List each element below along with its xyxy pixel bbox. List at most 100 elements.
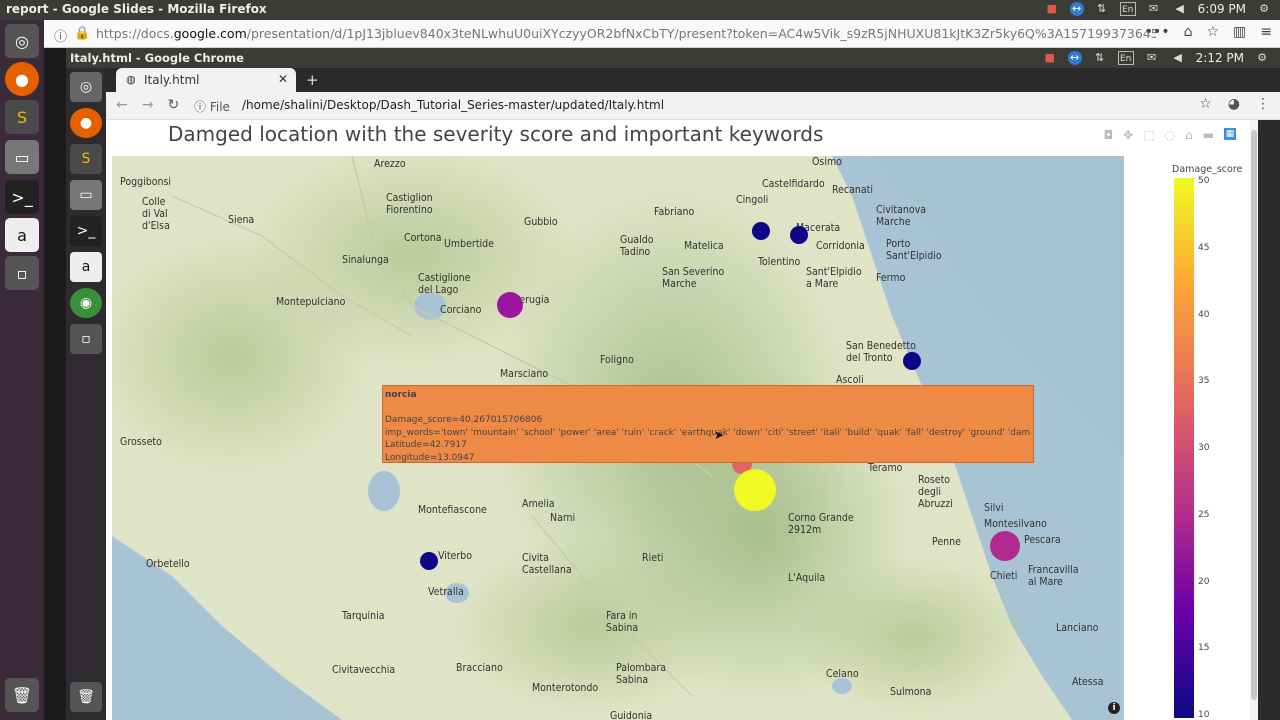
chrome-toolbar-right: ☆ ◕ ⋮ (1199, 96, 1270, 112)
reload-icon[interactable]: ↻ (167, 97, 179, 113)
city-label: Montesilvano (984, 518, 1047, 530)
inner-dash-icon[interactable]: ◎ (70, 72, 102, 102)
sanbenedetto-marker[interactable] (903, 352, 921, 370)
plot-title: Damged location with the severity score … (168, 122, 824, 146)
trash-icon[interactable]: 🗑 (5, 678, 39, 712)
forward-icon[interactable]: → (142, 97, 154, 113)
chrome-menu-icon[interactable]: ⋮ (1256, 96, 1270, 112)
lock-icon[interactable]: 🔒 (74, 26, 90, 41)
hover-longitude: Longitude=13.0947 (385, 452, 475, 463)
bookmark-star-icon[interactable]: ☆ (1206, 24, 1219, 40)
city-label: Siena (228, 214, 255, 226)
inner-volume-icon[interactable]: ◀ (1170, 51, 1186, 65)
inner-teamviewer-icon[interactable]: ↔ (1067, 51, 1082, 65)
city-label: Celano (826, 668, 859, 680)
inner-trash-icon[interactable]: 🗑 (70, 682, 102, 712)
home-icon[interactable]: ⌂ (1185, 128, 1193, 142)
camera-icon[interactable]: ■ (1044, 2, 1060, 16)
ubuntu-launcher: ◎ ● S ▭ >_ a ▫ 🗑 (0, 20, 44, 720)
mail-icon[interactable]: ✉ (1146, 2, 1162, 16)
viterbo-marker[interactable] (420, 552, 438, 570)
back-icon[interactable]: ← (116, 97, 128, 113)
new-tab-icon[interactable]: + (306, 71, 319, 89)
macerata-marker[interactable] (790, 226, 808, 244)
sublime-icon[interactable]: S (5, 100, 39, 134)
inner-launcher: ◎ ● S ▭ >_ a ◉ ▫ 🗑 (66, 68, 106, 720)
city-label: Poggibonsi (120, 176, 172, 188)
page-actions-icon[interactable]: ••• (1145, 24, 1170, 40)
bookmark-star-icon[interactable]: ☆ (1199, 96, 1212, 112)
files-icon[interactable]: ▭ (5, 140, 39, 174)
city-label: Bracciano (456, 662, 503, 674)
pocket-icon[interactable]: ⌂ (1184, 24, 1193, 40)
amatrice-marker[interactable] (734, 469, 776, 511)
clock[interactable]: 6:09 PM (1198, 2, 1246, 16)
city-label: Roseto degli Abruzzi (918, 474, 953, 510)
inner-network-icon[interactable]: ⇅ (1092, 51, 1108, 65)
inner-keyboard-layout-icon[interactable]: En (1117, 51, 1134, 65)
volume-icon[interactable]: ◀ (1172, 2, 1188, 16)
inner-chrome-icon[interactable]: ◉ (70, 288, 102, 318)
plotly-logo-icon[interactable]: ▦ (1224, 128, 1236, 140)
firefox-icon[interactable]: ● (5, 62, 39, 96)
toggle-hover-icon[interactable]: ▬ (1203, 128, 1214, 142)
box-select-icon[interactable]: ⬚ (1143, 128, 1154, 142)
camera-icon[interactable]: ◘ (1104, 128, 1114, 142)
page-scrollbar[interactable] (1250, 120, 1258, 720)
cingoli-marker[interactable] (752, 222, 770, 240)
hover-damage-score: Damage_score=40.267015706806 (385, 415, 543, 425)
map-area[interactable]: Arezzo Poggibonsi Colle di Val d'Elsa Siena… (112, 156, 1124, 720)
mouse-cursor-icon: ➤ (714, 428, 725, 442)
window-icon[interactable]: ▫ (5, 256, 39, 290)
network-icon[interactable]: ⇅ (1094, 2, 1110, 16)
inner-settings-gear-icon[interactable]: ⚙ (1254, 51, 1270, 65)
amazon-icon[interactable]: a (5, 218, 39, 252)
colorbar (1174, 178, 1194, 718)
dash-icon[interactable]: ◎ (5, 24, 39, 58)
inner-files-icon[interactable]: ▭ (70, 180, 102, 210)
pescara-marker[interactable] (990, 531, 1020, 561)
teamviewer-icon[interactable]: ↔ (1069, 2, 1084, 16)
perugia-marker[interactable] (497, 292, 523, 318)
tab-italy[interactable]: ◍ Italy.html ✕ (116, 68, 296, 92)
city-label: Francavilla al Mare (1028, 564, 1079, 588)
terminal-icon[interactable]: >_ (5, 180, 39, 214)
inner-terminal-icon[interactable]: >_ (70, 216, 102, 246)
inner-amazon-icon[interactable]: a (70, 252, 102, 282)
city-label: Colle di Val d'Elsa (142, 196, 170, 232)
city-label: Sinalunga (342, 254, 389, 266)
address-field[interactable]: /home/shalini/Desktop/Dash_Tutorial_Seri… (242, 98, 664, 112)
close-tab-icon[interactable]: ✕ (278, 72, 288, 86)
settings-gear-icon[interactable]: ⚙ (1256, 2, 1272, 16)
city-label: Castiglione del Lago (418, 272, 471, 296)
nav-buttons: ← → ↻ (116, 97, 179, 113)
colorbar-tick-label: 50 (1198, 176, 1210, 186)
site-info[interactable]: ⓘ File (194, 98, 230, 115)
library-icon[interactable]: ▥ (1233, 24, 1246, 40)
menu-icon[interactable]: ≡ (1260, 24, 1272, 40)
shield-icon[interactable]: ⓘ (54, 26, 67, 45)
scrollbar-thumb[interactable] (1251, 130, 1257, 700)
pan-icon[interactable]: ✥ (1123, 128, 1133, 142)
inner-window-icon[interactable]: ▫ (70, 324, 102, 354)
city-label: Guidonia (610, 710, 653, 720)
city-label: Montepulciano (276, 296, 346, 308)
inner-mail-icon[interactable]: ✉ (1144, 51, 1160, 65)
profile-avatar-icon[interactable]: ◕ (1228, 96, 1240, 112)
city-label: Pescara (1024, 534, 1061, 546)
colorbar-tick-label: 45 (1198, 242, 1210, 253)
city-label: Penne (932, 536, 961, 548)
inner-sublime-icon[interactable]: S (70, 144, 102, 174)
city-label: Osimo (812, 156, 842, 168)
firefox-url-field[interactable]: https://docs.google.com/presentation/d/1… (96, 26, 1156, 41)
lasso-icon[interactable]: ◌ (1165, 128, 1175, 142)
inner-clock[interactable]: 2:12 PM (1196, 51, 1244, 65)
inner-camera-icon[interactable]: ■ (1042, 51, 1058, 65)
city-label: Vetralla (428, 586, 464, 598)
city-label: Grosseto (120, 436, 162, 448)
city-label: Corridonia (816, 240, 865, 252)
map-info-icon[interactable]: i (1108, 702, 1120, 714)
keyboard-layout-icon[interactable]: En (1119, 2, 1136, 16)
inner-firefox-icon[interactable]: ● (70, 108, 102, 138)
city-label: Corciano (440, 304, 482, 316)
